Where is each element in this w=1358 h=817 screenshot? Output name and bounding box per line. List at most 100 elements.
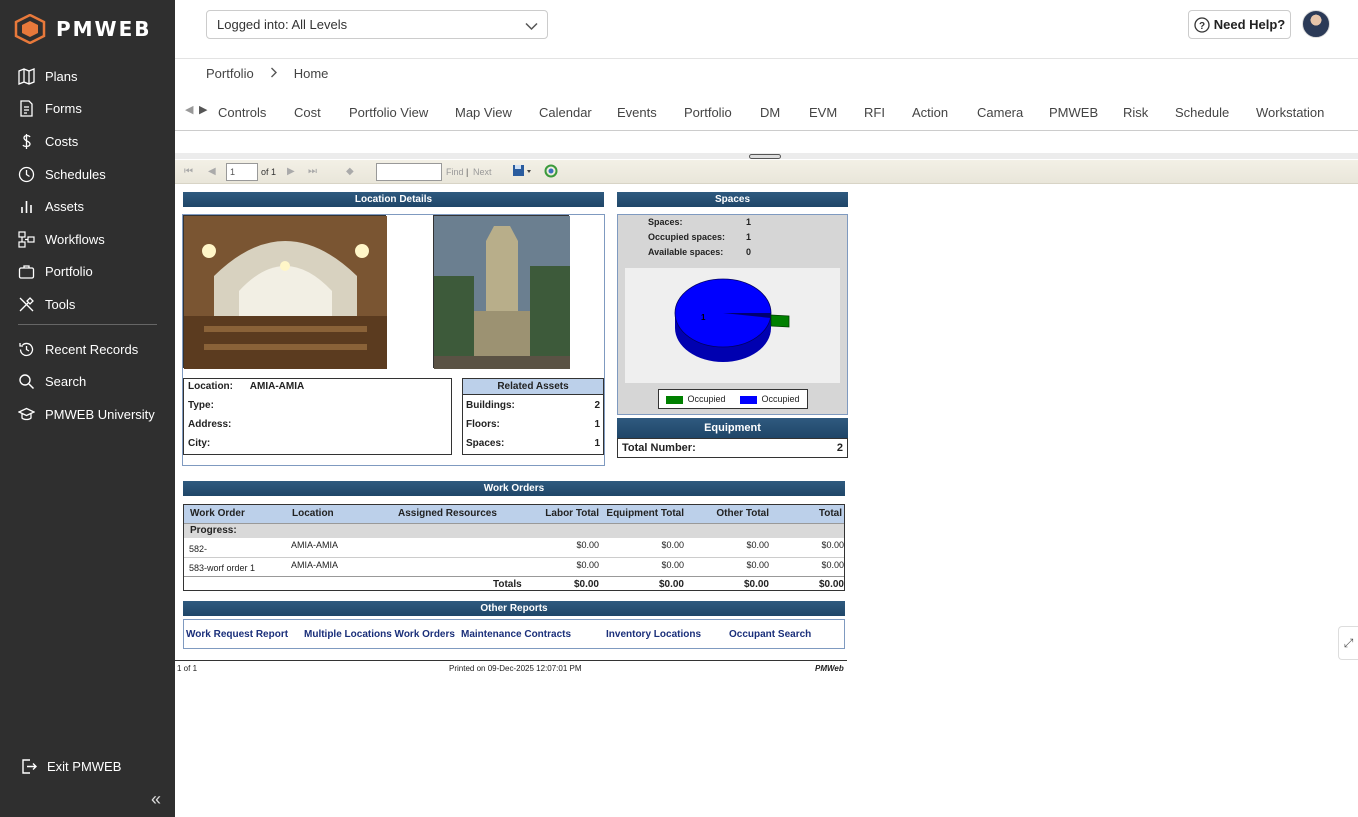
pie-slice-available — [770, 314, 790, 328]
sidebar-item-recent-records[interactable]: Recent Records — [0, 333, 175, 366]
legend-label: Occupied — [761, 394, 800, 404]
sidebar-item-plans[interactable]: Plans — [0, 60, 175, 93]
equipment-total-label: Total Number: — [622, 442, 696, 454]
sidebar-item-workflows[interactable]: Workflows — [0, 223, 175, 256]
tab-schedule[interactable]: Schedule — [1175, 105, 1229, 120]
available-spaces-value: 0 — [746, 247, 752, 257]
tab-events[interactable]: Events — [617, 105, 657, 120]
progress-group-row: Progress: — [184, 524, 844, 538]
last-page-icon[interactable]: ⏭ — [308, 166, 317, 177]
back-icon[interactable]: ◆ — [346, 166, 354, 177]
need-help-button[interactable]: ? Need Help? — [1188, 10, 1291, 39]
related-spaces-value: 1 — [594, 438, 600, 449]
link-maintenance-contracts[interactable]: Maintenance Contracts — [461, 629, 571, 640]
document-icon — [18, 100, 35, 118]
link-inventory-locations[interactable]: Inventory Locations — [606, 629, 701, 640]
workflow-icon — [18, 231, 35, 248]
find-input[interactable] — [376, 163, 442, 181]
pane-splitter[interactable] — [175, 153, 1358, 159]
work-order-total: $0.00 — [821, 560, 844, 570]
work-order-labor: $0.00 — [576, 560, 599, 570]
work-order-id[interactable]: 582- — [189, 544, 207, 554]
footer-printed-on: Printed on 09-Dec-2025 12:07:01 PM — [449, 664, 582, 673]
first-page-icon[interactable]: ⏮ — [184, 166, 193, 177]
next-page-icon[interactable]: ▶ — [287, 166, 295, 177]
exit-label: Exit PMWEB — [47, 759, 122, 774]
need-help-label: Need Help? — [1213, 17, 1286, 32]
tab-rfi[interactable]: RFI — [864, 105, 885, 120]
link-occupant-search[interactable]: Occupant Search — [729, 629, 811, 640]
breadcrumb: Portfolio Home — [206, 66, 328, 81]
tab-calendar[interactable]: Calendar — [539, 105, 592, 120]
location-value: AMIA-AMIA — [249, 381, 305, 392]
logo[interactable]: PMWEB — [14, 14, 152, 44]
tab-risk[interactable]: Risk — [1123, 105, 1148, 120]
chevron-right-icon — [270, 66, 278, 81]
link-multiple-locations-work-orders[interactable]: Multiple Locations Work Orders — [304, 629, 455, 640]
tab-portfolio[interactable]: Portfolio — [684, 105, 732, 120]
next-link[interactable]: Next — [473, 167, 492, 177]
tab-scroll-right-icon[interactable]: ▶ — [199, 103, 207, 116]
level-select[interactable]: Logged into: All Levels — [206, 10, 548, 39]
sidebar-item-assets[interactable]: Assets — [0, 190, 175, 223]
side-panel-toggle-icon[interactable]: ⤢ — [1338, 626, 1358, 660]
pie-data-label: 1 — [701, 313, 706, 322]
link-work-request-report[interactable]: Work Request Report — [186, 629, 288, 640]
other-reports-header: Other Reports — [183, 601, 845, 616]
work-order-labor: $0.00 — [576, 540, 599, 550]
sidebar-item-tools[interactable]: Tools — [0, 288, 175, 321]
sidebar-item-schedules[interactable]: Schedules — [0, 158, 175, 191]
sidebar-item-label: Tools — [45, 296, 76, 312]
work-order-location: AMIA-AMIA — [291, 560, 339, 570]
clock-icon — [18, 166, 35, 183]
breadcrumb-home: Home — [293, 66, 329, 81]
logo-text: PMWEB — [56, 17, 152, 41]
breadcrumb-portfolio[interactable]: Portfolio — [206, 66, 254, 81]
report-footer-rule — [175, 660, 847, 661]
prev-page-icon[interactable]: ◀ — [208, 166, 216, 177]
splitter-handle[interactable] — [749, 154, 781, 159]
refresh-icon[interactable] — [544, 164, 558, 180]
sidebar-item-costs[interactable]: Costs — [0, 125, 175, 158]
sidebar-item-forms[interactable]: Forms — [0, 93, 175, 126]
col-total: Total — [818, 508, 842, 519]
sidebar-item-label: Assets — [45, 199, 85, 215]
tab-workstation[interactable]: Workstation — [1256, 105, 1324, 120]
collapse-sidebar-icon[interactable]: « — [151, 789, 161, 810]
sidebar-item-search[interactable]: Search — [0, 365, 175, 398]
sidebar-divider — [18, 323, 157, 325]
tab-camera[interactable]: Camera — [977, 105, 1023, 120]
find-link[interactable]: Find — [446, 167, 464, 177]
export-icon[interactable] — [512, 164, 532, 180]
tab-map-view[interactable]: Map View — [455, 105, 512, 120]
report-body: Location Details Location: AMIA-AMIA Typ… — [175, 185, 855, 685]
tab-dm[interactable]: DM — [760, 105, 780, 120]
spaces-pie-chart: 1 — [625, 268, 840, 383]
available-spaces-label: Available spaces: — [648, 247, 724, 257]
totals-labor: $0.00 — [573, 579, 599, 590]
tab-pmweb[interactable]: PMWEB — [1049, 105, 1098, 120]
sidebar-item-pmweb-university[interactable]: PMWEB University — [0, 398, 175, 431]
sidebar-item-portfolio[interactable]: Portfolio — [0, 256, 175, 289]
totals-divider — [184, 576, 844, 577]
tab-evm[interactable]: EVM — [809, 105, 837, 120]
tab-cost[interactable]: Cost — [294, 105, 321, 120]
tab-scroll-left-icon[interactable]: ◀ — [185, 103, 193, 116]
work-order-other: $0.00 — [746, 560, 769, 570]
related-floors-value: 1 — [594, 419, 600, 430]
sidebar-item-label: Recent Records — [45, 341, 139, 357]
page-number-input[interactable]: 1 — [226, 163, 258, 181]
tab-action[interactable]: Action — [912, 105, 948, 120]
briefcase-icon — [18, 263, 35, 280]
tab-controls[interactable]: Controls — [218, 105, 266, 120]
tab-portfolio-view[interactable]: Portfolio View — [349, 105, 428, 120]
sidebar-item-label: Costs — [45, 133, 79, 149]
work-order-id[interactable]: 583-worf order 1 — [189, 563, 255, 573]
exit-button[interactable]: Exit PMWEB — [20, 758, 121, 775]
totals-other: $0.00 — [743, 579, 769, 590]
map-icon — [18, 67, 35, 85]
avatar[interactable] — [1302, 10, 1330, 38]
legend-label: Occupied — [687, 394, 726, 404]
totals-label: Totals — [493, 579, 522, 590]
find-separator: | — [466, 167, 469, 177]
